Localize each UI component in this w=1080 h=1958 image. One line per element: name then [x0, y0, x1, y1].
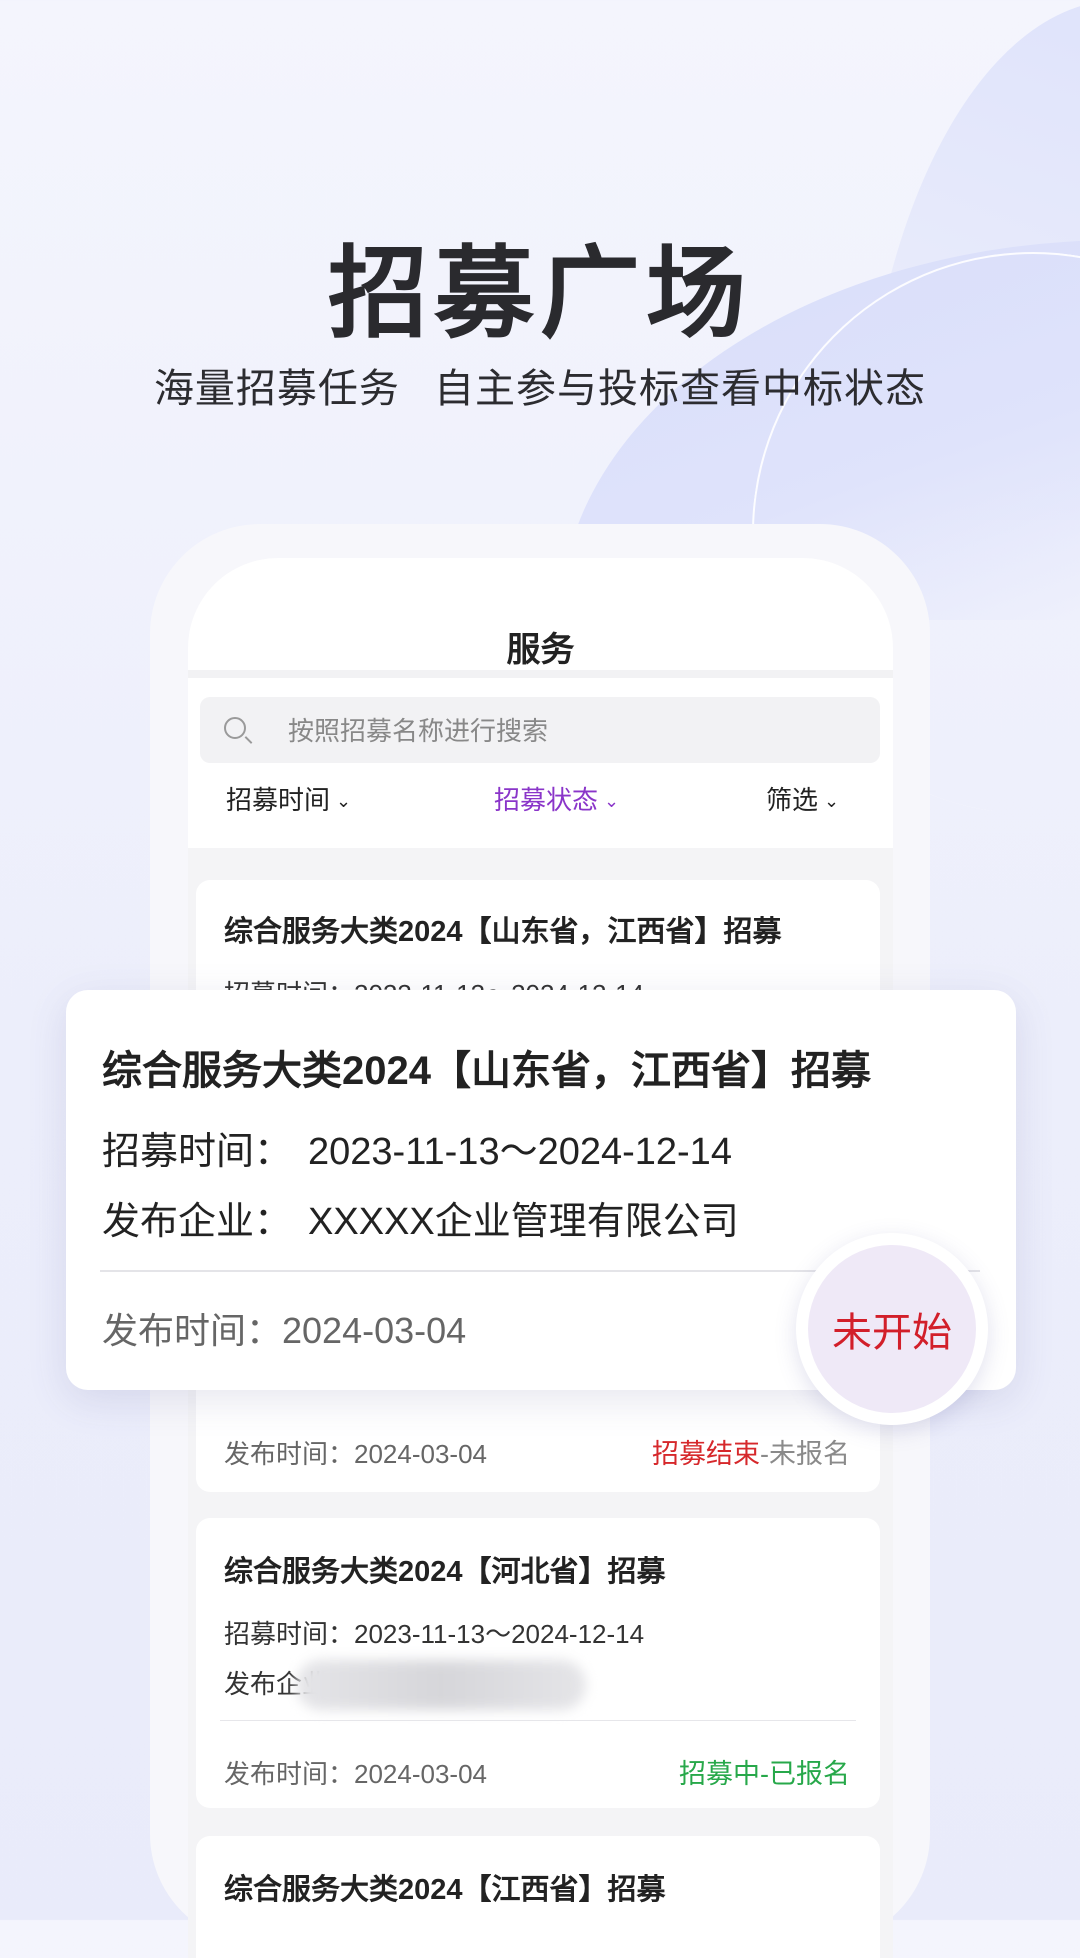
status-main: 招募结束 — [652, 1439, 760, 1469]
hero-title: 招募广场 — [328, 238, 752, 350]
card-title: 综合服务大类2024【江西省】招募 — [224, 1874, 666, 1906]
card-publish-label: 发布时间： — [224, 1759, 355, 1789]
status-circle: 未开始 — [796, 1233, 988, 1425]
chevron-down-icon: ⌄ — [824, 791, 840, 811]
filter-label: 招募状态 — [494, 785, 599, 815]
highlight-company-value: XXXXX企业管理有限公司 — [308, 1201, 739, 1243]
search-bar[interactable] — [200, 697, 880, 765]
header-divider — [188, 670, 893, 678]
card-publish-label: 发布时间： — [224, 1439, 355, 1469]
filter-bar: 招募时间 ⌄ 招募状态 ⌄ 筛选 ⌄ — [188, 780, 893, 830]
chevron-down-icon: ⌄ — [604, 791, 620, 811]
filter-label: 筛选 — [766, 785, 819, 815]
card-recruit-time: 招募时间：2023-11-13～2024-12-14 — [224, 1614, 644, 1651]
card-title: 综合服务大类2024【山东省，江西省】招募 — [224, 916, 782, 948]
filter-recruit-status[interactable]: 招募状态 ⌄ — [494, 780, 619, 817]
card-recruit-time-label: 招募时间： — [224, 1619, 355, 1649]
card-publish-date: 2024-03-04 — [354, 1439, 488, 1469]
highlight-publish-date: 2024-03-04 — [282, 1310, 467, 1351]
status-circle-label: 未开始 — [808, 1245, 976, 1413]
header-area: 服务 招募时间⌄ 招募状态⌄ 筛选⌄ — [188, 558, 893, 848]
card-publish-date: 2024-03-04 — [354, 1759, 488, 1789]
search-input[interactable] — [286, 697, 850, 765]
list-item[interactable]: 综合服务大类2024【河北省】招募 招募时间：2023-11-13～2024-1… — [196, 1518, 880, 1808]
highlight-company: 发布企业： XXXXX企业管理有限公司 — [102, 1190, 739, 1245]
card-divider — [220, 1720, 856, 1721]
card-recruit-time-value: 2023-11-13～2024-12-14 — [354, 1619, 645, 1649]
chevron-down-icon: ⌄ — [336, 791, 352, 811]
filter-recruit-time[interactable]: 招募时间 ⌄ — [226, 780, 351, 817]
highlight-publish-time: 发布时间：2024-03-04 — [102, 1302, 466, 1354]
card-publish-time: 发布时间：2024-03-04 — [224, 1434, 487, 1471]
nav-title: 服务 — [506, 631, 575, 669]
blurred-company-name — [296, 1660, 586, 1710]
status-badge: 招募中-已报名 — [679, 1759, 850, 1789]
filter-more[interactable]: 筛选 ⌄ — [766, 780, 839, 817]
card-publish-time: 发布时间：2024-03-04 — [224, 1754, 487, 1791]
hero-subtitle: 海量招募任务 自主参与投标查看中标状态 — [153, 367, 927, 411]
highlight-recruit-time: 招募时间： 2023-11-13～2024-12-14 — [102, 1120, 732, 1175]
status-sub: -未报名 — [760, 1439, 850, 1469]
highlight-card-title: 综合服务大类2024【山东省，江西省】招募 — [102, 1049, 871, 1093]
highlight-recruit-time-label: 招募时间： — [102, 1131, 293, 1173]
list-item[interactable]: 综合服务大类2024【江西省】招募 — [196, 1836, 880, 1958]
search-icon — [224, 717, 246, 739]
status-badge: 招募结束-未报名 — [652, 1432, 850, 1471]
card-title: 综合服务大类2024【河北省】招募 — [224, 1556, 666, 1588]
highlight-company-label: 发布企业： — [102, 1201, 293, 1243]
highlight-publish-label: 发布时间： — [102, 1310, 283, 1351]
filter-label: 招募时间 — [226, 785, 331, 815]
highlight-recruit-time-value: 2023-11-13～2024-12-14 — [308, 1131, 732, 1173]
